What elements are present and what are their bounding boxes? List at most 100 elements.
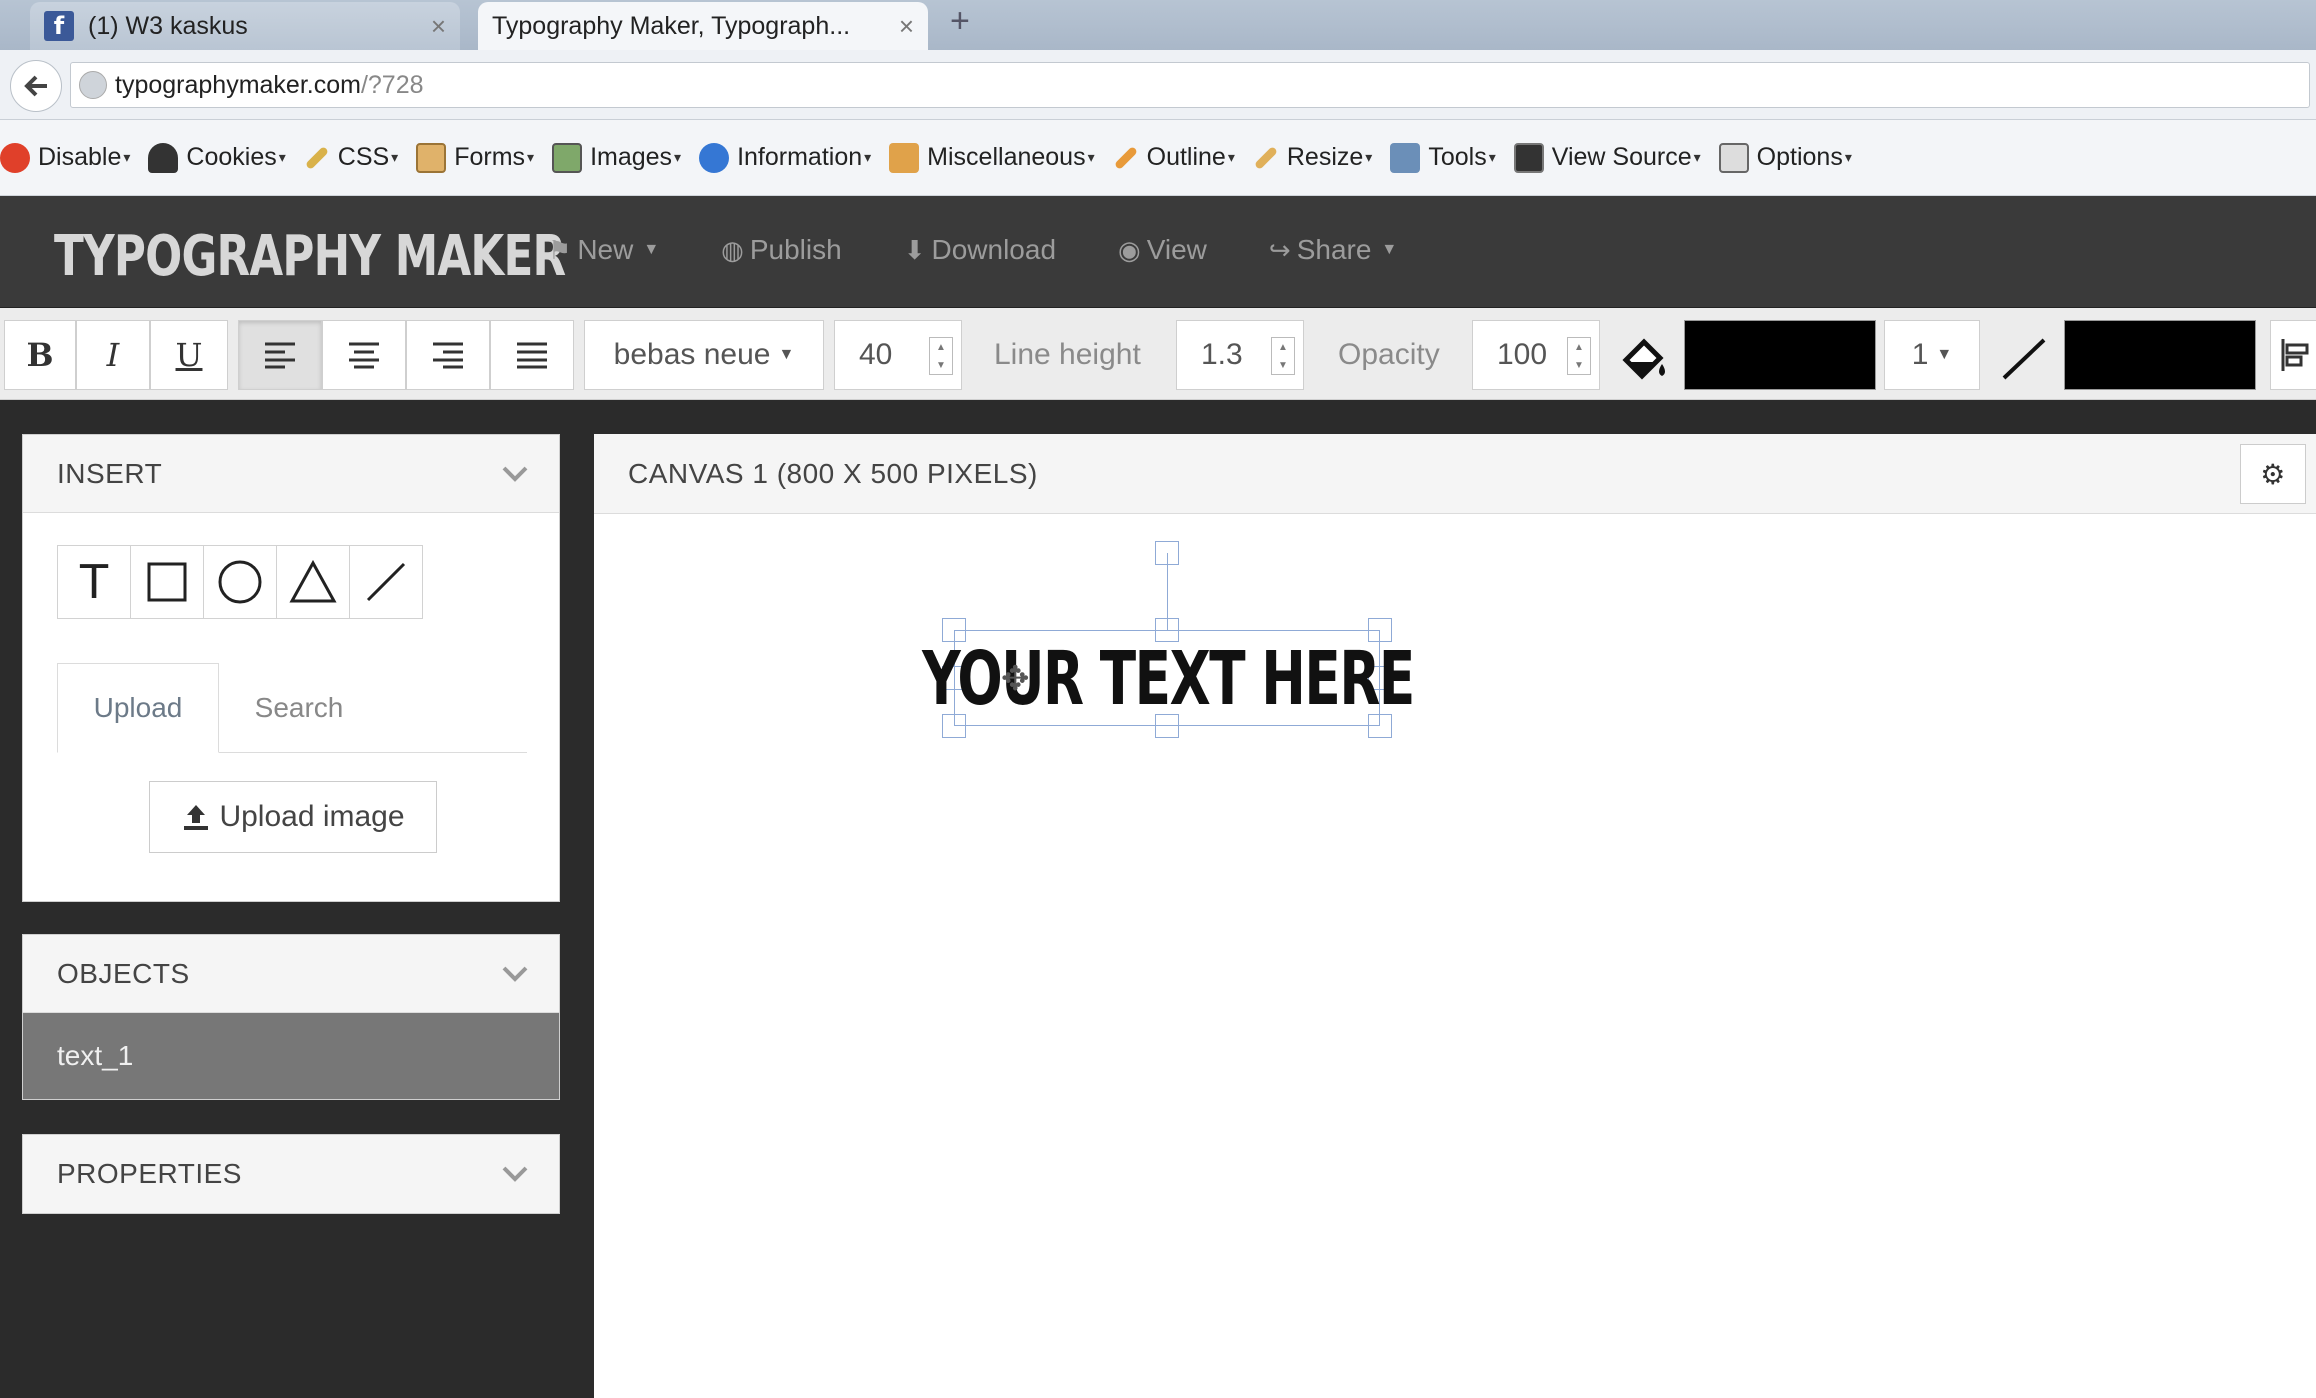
new-tab-button[interactable]: + — [950, 2, 970, 41]
devbar-information[interactable]: Information ▾ — [699, 142, 871, 173]
nav-share[interactable]: ↪ Share ▼ — [1269, 234, 1397, 266]
align-right-button[interactable] — [406, 320, 490, 390]
insert-panel-header[interactable]: INSERT — [23, 435, 559, 513]
browser-tab-kaskus[interactable]: f (1) W3 kaskus × — [30, 2, 460, 50]
devbar-label: Resize — [1286, 143, 1364, 171]
devbar-outline[interactable]: Outline ▾ — [1113, 143, 1235, 172]
tab-label: (1) W3 kaskus — [88, 11, 248, 40]
nav-view[interactable]: ◉ View — [1118, 234, 1207, 266]
insert-text-tool[interactable]: T — [57, 545, 131, 619]
insert-rectangle-tool[interactable] — [130, 545, 204, 619]
font-size-input[interactable]: 40 ▲ ▼ — [834, 320, 962, 390]
align-center-icon — [349, 342, 379, 369]
stepper-arrows-icon[interactable]: ▲ ▼ — [929, 337, 953, 375]
italic-button[interactable]: I — [76, 320, 150, 390]
site-info-icon[interactable] — [79, 71, 107, 99]
ruler-icon — [1253, 145, 1278, 170]
back-arrow-icon — [24, 75, 47, 97]
url-host: typographymaker.com — [115, 70, 361, 99]
download-icon: ⬇ — [903, 234, 926, 265]
font-family-select[interactable]: bebas neue ▼ — [584, 320, 824, 390]
stepper-arrows-icon[interactable]: ▲ ▼ — [1567, 337, 1591, 375]
chevron-down-icon[interactable] — [501, 1159, 529, 1190]
tab-search[interactable]: Search — [219, 663, 379, 753]
web-developer-toolbar: Disable ▾ Cookies ▾ CSS ▾ Forms ▾ Images ▾ In… — [0, 120, 2316, 196]
devbar-forms[interactable]: Forms ▾ — [416, 142, 534, 173]
properties-panel: PROPERTIES — [22, 1134, 560, 1214]
back-button[interactable] — [10, 60, 62, 112]
objects-panel-header[interactable]: OBJECTS — [23, 935, 559, 1013]
devbar-disable[interactable]: Disable ▾ — [0, 142, 130, 173]
stepper-arrows-icon[interactable]: ▲ ▼ — [1271, 337, 1295, 375]
align-justify-icon — [517, 342, 547, 369]
devbar-cookies[interactable]: Cookies ▾ — [148, 142, 286, 173]
nav-download[interactable]: ⬇ Download — [904, 234, 1056, 266]
canvas-settings-button[interactable]: ⚙ — [2240, 444, 2306, 504]
caret-down-icon: ▼ — [643, 241, 660, 258]
layer-align-button[interactable] — [2270, 320, 2316, 390]
underline-button[interactable]: U — [150, 320, 228, 390]
move-cursor-icon: ✥ — [1001, 660, 1030, 698]
tab-upload[interactable]: Upload — [57, 663, 219, 753]
properties-panel-header[interactable]: PROPERTIES — [23, 1135, 559, 1213]
align-center-button[interactable] — [322, 320, 406, 390]
fill-color-swatch[interactable] — [1684, 320, 1876, 390]
canvas-title: CANVAS 1 (800 X 500 PIXELS) — [628, 457, 1038, 489]
devbar-label: Information — [737, 143, 863, 171]
brand-logo[interactable]: TYPOGRAPHY MAKER — [54, 224, 566, 289]
share-icon: ↪ — [1268, 234, 1291, 265]
options-icon — [1718, 142, 1749, 173]
chevron-down-icon[interactable] — [501, 959, 529, 990]
tools-icon — [1390, 142, 1421, 173]
align-justify-button[interactable] — [490, 320, 574, 390]
nav-label: Publish — [749, 234, 842, 265]
devbar-options[interactable]: Options ▾ — [1718, 142, 1852, 173]
devbar-images[interactable]: Images ▾ — [552, 142, 681, 173]
nav-publish[interactable]: ◍ Publish — [721, 234, 842, 266]
globe-icon: ◍ — [721, 234, 744, 265]
eye-icon: ◉ — [1118, 234, 1141, 265]
text-object[interactable]: YOUR TEXT HERE ✥ — [922, 541, 1415, 738]
close-icon[interactable]: × — [899, 11, 914, 42]
text-tool-icon: T — [79, 555, 109, 609]
cookie-person-icon — [148, 142, 179, 173]
upload-image-label: Upload image — [219, 800, 405, 833]
browser-tab-typography-maker[interactable]: Typography Maker, Typograph... × — [478, 2, 928, 50]
bold-button[interactable]: B — [4, 320, 76, 390]
flag-icon: ⚑ — [548, 234, 572, 265]
nav-label: Download — [931, 234, 1057, 265]
disable-icon — [0, 142, 30, 173]
devbar-miscellaneous[interactable]: Miscellaneous ▾ — [889, 142, 1095, 173]
insert-tools: T — [57, 545, 423, 619]
opacity-input[interactable]: 100 ▲ ▼ — [1472, 320, 1600, 390]
devbar-tools[interactable]: Tools ▾ — [1390, 142, 1496, 173]
url-path: /?728 — [360, 70, 424, 99]
image-icon — [552, 142, 583, 173]
rotate-handle[interactable] — [1155, 541, 1179, 565]
insert-circle-tool[interactable] — [203, 545, 277, 619]
object-item-text-1[interactable]: text_1 — [23, 1013, 559, 1099]
upload-image-button[interactable]: Upload image — [149, 781, 437, 853]
devbar-resize[interactable]: Resize ▾ — [1253, 143, 1372, 172]
stroke-line-icon[interactable] — [2000, 336, 2048, 382]
nav-new[interactable]: ⚑ New ▼ — [548, 234, 659, 266]
stroke-color-swatch[interactable] — [2064, 320, 2256, 390]
fill-bucket-icon[interactable] — [1616, 330, 1672, 386]
caret-down-icon: ▼ — [778, 346, 795, 363]
line-height-input[interactable]: 1.3 ▲ ▼ — [1176, 320, 1304, 390]
nav-label: Share — [1296, 234, 1372, 265]
url-field[interactable]: typographymaker.com/?728 — [70, 62, 2310, 108]
insert-triangle-tool[interactable] — [276, 545, 350, 619]
stroke-width-select[interactable]: 1 ▼ — [1884, 320, 1980, 390]
devbar-view-source[interactable]: View Source ▾ — [1513, 142, 1701, 173]
devbar-label: Options — [1756, 143, 1843, 171]
devbar-css[interactable]: CSS ▾ — [304, 143, 398, 172]
align-left-button[interactable] — [238, 320, 322, 390]
insert-line-tool[interactable] — [349, 545, 423, 619]
nav-label: View — [1146, 234, 1207, 265]
chevron-down-icon[interactable] — [501, 459, 529, 490]
devbar-label: Outline — [1146, 143, 1226, 171]
image-source-tabs: Upload Search — [57, 663, 527, 753]
devbar-label: Disable — [38, 143, 122, 171]
close-icon[interactable]: × — [431, 11, 446, 42]
